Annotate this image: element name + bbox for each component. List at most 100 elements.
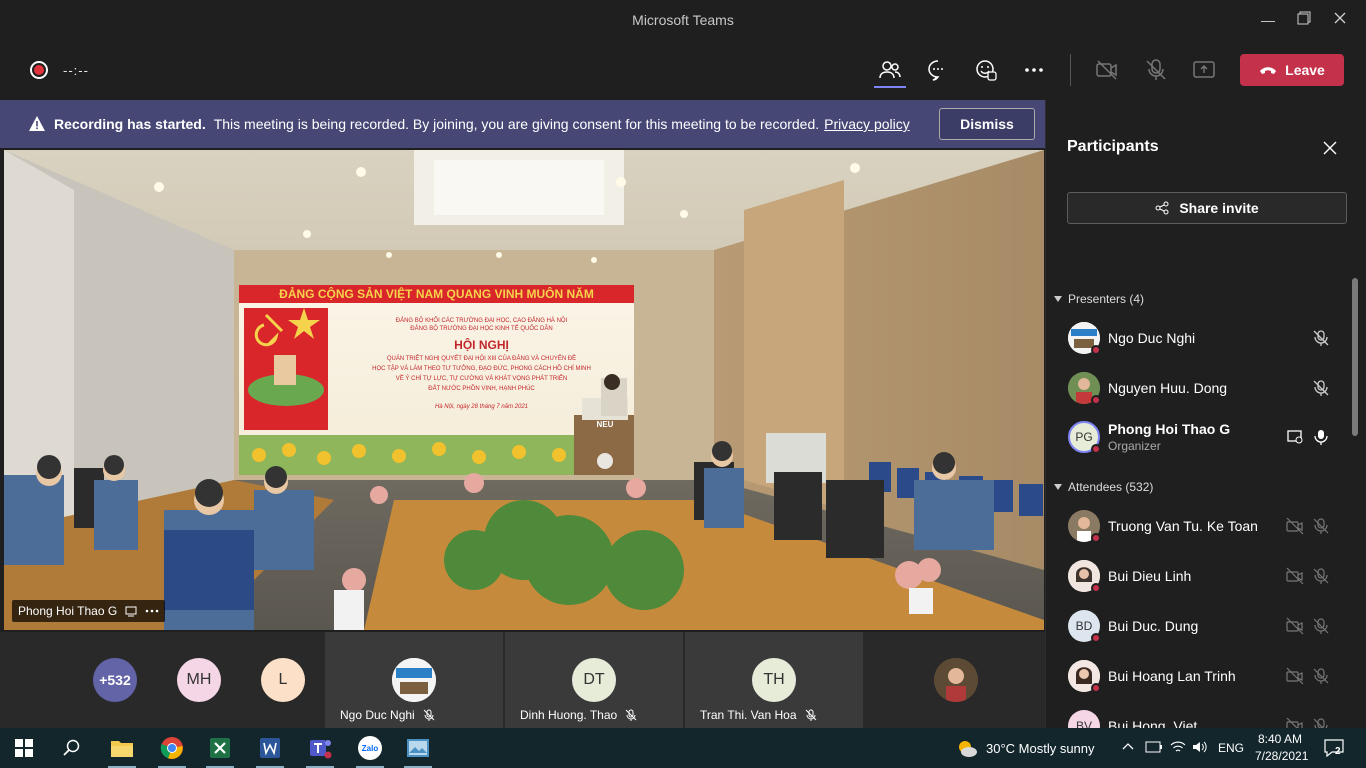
avatar-mh[interactable]: MH <box>177 658 221 702</box>
share-invite-button[interactable]: Share invite <box>1067 192 1347 224</box>
avatar-th: TH <box>752 658 796 702</box>
teams-icon[interactable] <box>306 734 334 768</box>
participants-icon[interactable] <box>878 58 902 82</box>
search-icon[interactable] <box>58 734 86 762</box>
camera-off-icon <box>1286 667 1304 685</box>
mic-off-icon[interactable] <box>1144 58 1168 82</box>
close-panel-icon[interactable] <box>1322 140 1338 156</box>
participant-row[interactable]: PG Phong Hoi Thao G Organizer <box>1068 416 1338 460</box>
participant-row[interactable]: Bui Dieu Linh <box>1068 555 1338 599</box>
reactions-icon[interactable] <box>974 58 998 82</box>
mic-muted-icon[interactable] <box>1312 379 1330 397</box>
start-icon[interactable] <box>10 734 38 762</box>
participant-row[interactable]: Truong Van Tu. Ke Toan <box>1068 505 1338 549</box>
podium-text: NEU <box>596 420 614 429</box>
participants-panel: Participants Share invite Presenters (4)… <box>1045 100 1366 728</box>
avatar: BV <box>1068 710 1100 728</box>
screen-share-status-icon <box>125 606 137 617</box>
participant-row[interactable]: BD Bui Duc. Dung <box>1068 605 1338 649</box>
participant-role: Organizer <box>1108 439 1161 453</box>
screen-share-status-icon <box>1287 430 1303 444</box>
tile-ngo-duc-nghi[interactable]: Ngo Duc Nghi <box>325 632 503 728</box>
slide-heading: HỘI NGHỊ <box>454 338 509 352</box>
presenters-section-header[interactable]: Presenters (4) <box>1054 292 1144 306</box>
battery-icon[interactable] <box>1145 741 1163 753</box>
slide-date: Hà Nội, ngày 28 tháng 7 năm 2021 <box>434 404 529 410</box>
camera-off-icon <box>1286 717 1303 728</box>
tile-dinh-huong-thao[interactable]: DT Dinh Huong. Thao <box>505 632 683 728</box>
mic-muted-icon <box>805 709 816 721</box>
mic-muted-icon <box>423 709 435 721</box>
tile-name-row: Ngo Duc Nghi <box>340 708 435 722</box>
maximize-icon[interactable] <box>1294 10 1314 30</box>
notification-count: 2 <box>1335 746 1341 757</box>
excel-icon[interactable] <box>206 734 234 768</box>
attendees-section-header[interactable]: Attendees (532) <box>1054 480 1153 494</box>
status-dot <box>1091 633 1101 643</box>
wifi-icon[interactable] <box>1170 740 1186 754</box>
windows-taskbar: Zalo 30°C Mostly sunny ENG 8:40 AM 7/28/… <box>0 728 1366 768</box>
chevron-up-icon[interactable] <box>1122 742 1134 750</box>
photos-icon[interactable] <box>404 734 432 768</box>
mic-off-icon <box>1313 518 1329 534</box>
share-invite-label: Share invite <box>1179 200 1259 216</box>
leave-button[interactable]: Leave <box>1240 54 1344 86</box>
mic-on-icon[interactable] <box>1312 428 1330 446</box>
language-indicator[interactable]: ENG <box>1218 741 1244 755</box>
chat-icon[interactable] <box>926 58 950 82</box>
dismiss-button[interactable]: Dismiss <box>939 108 1035 140</box>
share-screen-icon[interactable] <box>1192 58 1216 82</box>
more-icon[interactable] <box>145 609 159 613</box>
main-video-stage[interactable]: ĐẢNG CỘNG SẢN VIỆT NAM QUANG VINH MUÔN N… <box>4 150 1044 630</box>
meeting-toolbar: --:-- Leave <box>0 40 1366 100</box>
word-icon[interactable] <box>256 734 284 768</box>
chrome-icon[interactable] <box>158 734 186 768</box>
participant-row[interactable]: BV Bui Hong. Viet <box>1068 705 1338 728</box>
participant-name: Ngo Duc Nghi <box>1108 330 1196 346</box>
notifications-icon[interactable] <box>1324 739 1344 757</box>
privacy-policy-link[interactable]: Privacy policy <box>824 116 910 132</box>
warning-icon <box>29 116 45 131</box>
slide-line-1: ĐẢNG BỘ KHỐI CÁC TRƯỜNG ĐẠI HỌC, CAO ĐẲN… <box>395 318 568 324</box>
participant-row[interactable]: Ngo Duc Nghi <box>1068 317 1338 361</box>
tile-tran-thi-van-hoa[interactable]: TH Tran Thi. Van Hoa <box>685 632 863 728</box>
tile-name: Tran Thi. Van Hoa <box>700 708 797 722</box>
panel-title: Participants <box>1067 138 1159 155</box>
weather-icon[interactable] <box>956 738 978 758</box>
active-tab-indicator <box>874 86 906 88</box>
camera-off-icon[interactable] <box>1095 58 1119 82</box>
mic-off-icon <box>1313 668 1329 684</box>
tile-name-row: Dinh Huong. Thao <box>520 708 637 722</box>
participant-name: Bui Hoang Lan Trinh <box>1108 668 1236 684</box>
status-dot <box>1091 395 1101 405</box>
mic-off-icon <box>1313 718 1328 728</box>
clock-time[interactable]: 8:40 AM <box>1258 732 1302 746</box>
slide-banner-top: ĐẢNG CỘNG SẢN VIỆT NAM QUANG VINH MUÔN N… <box>279 287 594 301</box>
file-explorer-icon[interactable] <box>108 734 136 768</box>
avatar-l[interactable]: L <box>261 658 305 702</box>
zalo-label: Zalo <box>358 736 382 760</box>
avatar-ngo-duc-nghi <box>392 658 436 702</box>
meeting-timer: --:-- <box>63 63 89 78</box>
camera-off-icon <box>1286 567 1304 585</box>
participant-row[interactable]: Bui Hoang Lan Trinh <box>1068 655 1338 699</box>
participant-row[interactable]: Nguyen Huu. Dong <box>1068 367 1338 411</box>
slide-line-2: ĐẢNG BỘ TRƯỜNG ĐẠI HỌC KINH TẾ QUỐC DÂN <box>410 326 553 332</box>
minimize-icon[interactable]: — <box>1258 10 1278 30</box>
zalo-icon[interactable]: Zalo <box>356 734 384 768</box>
clock-date[interactable]: 7/28/2021 <box>1255 749 1308 763</box>
panel-scrollbar[interactable] <box>1352 278 1358 436</box>
title-bar: Microsoft Teams — <box>0 0 1366 40</box>
share-icon <box>1155 201 1169 215</box>
mic-muted-icon[interactable] <box>1312 329 1330 347</box>
avatar-photo[interactable] <box>934 658 978 702</box>
more-options-icon[interactable] <box>1022 58 1046 82</box>
close-window-icon[interactable] <box>1330 10 1350 30</box>
status-dot <box>1091 583 1101 593</box>
overflow-participants[interactable]: +532 <box>93 658 137 702</box>
weather-text[interactable]: 30°C Mostly sunny <box>986 741 1095 756</box>
banner-message: This meeting is being recorded. By joini… <box>213 116 820 132</box>
participant-strip: +532 MH L Ngo Duc Nghi DT Dinh Huong. Th… <box>0 632 1045 728</box>
volume-icon[interactable] <box>1192 740 1208 754</box>
window-title: Microsoft Teams <box>632 12 734 28</box>
